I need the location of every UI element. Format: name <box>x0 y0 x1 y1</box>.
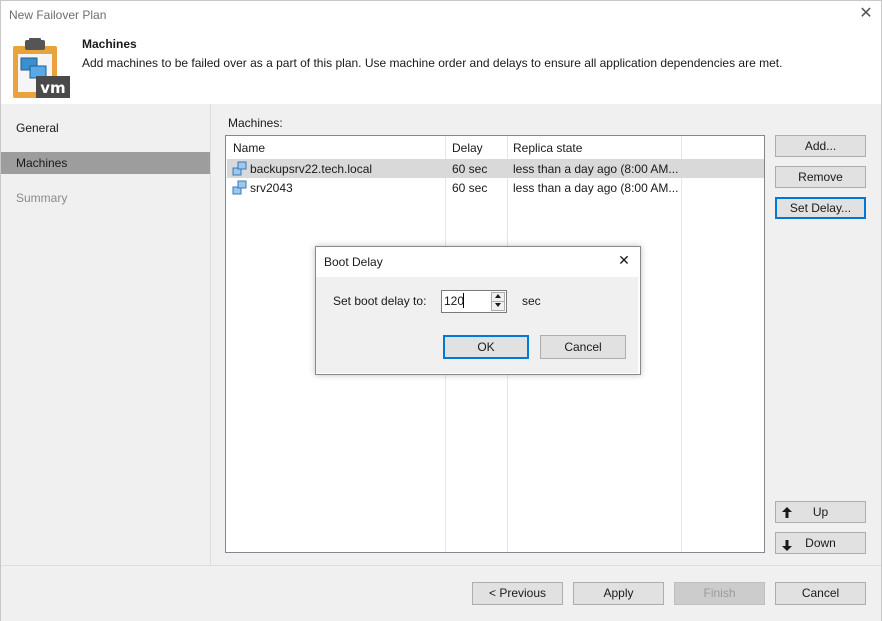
down-button[interactable]: Down <box>775 532 866 554</box>
machine-delay: 60 sec <box>452 162 488 176</box>
spin-up-icon <box>495 294 501 298</box>
machine-name: backupsrv22.tech.local <box>250 162 373 176</box>
arrow-down-icon <box>782 537 792 551</box>
boot-delay-input[interactable]: 120 <box>444 294 464 308</box>
column-separator <box>681 136 682 552</box>
up-button-label: Up <box>812 505 829 519</box>
apply-button[interactable]: Apply <box>573 582 664 605</box>
add-button[interactable]: Add... <box>775 135 866 157</box>
nav-item-general[interactable]: General <box>1 117 210 139</box>
dialog-cancel-button[interactable]: Cancel <box>540 335 626 359</box>
machines-label: Machines: <box>228 116 283 130</box>
boot-delay-label: Set boot delay to: <box>333 294 427 308</box>
remove-button[interactable]: Remove <box>775 166 866 188</box>
spin-down-icon <box>495 303 501 307</box>
nav-item-machines[interactable]: Machines <box>1 152 210 174</box>
boot-delay-unit: sec <box>522 294 541 308</box>
up-button[interactable]: Up <box>775 501 866 523</box>
table-row[interactable]: srv2043 60 sec less than a day ago (8:00… <box>227 178 764 197</box>
cancel-button[interactable]: Cancel <box>775 582 866 605</box>
set-delay-button[interactable]: Set Delay... <box>775 197 866 219</box>
nav-divider <box>210 104 211 565</box>
text-caret <box>463 293 464 308</box>
dialog-close-icon[interactable]: ✕ <box>614 252 634 270</box>
table-row[interactable]: backupsrv22.tech.local 60 sec less than … <box>227 159 764 178</box>
machine-replica-state: less than a day ago (8:00 AM... <box>513 181 679 195</box>
column-header-delay[interactable]: Delay <box>452 141 483 155</box>
ok-button[interactable]: OK <box>443 335 529 359</box>
machine-delay: 60 sec <box>452 181 488 195</box>
arrow-up-icon <box>782 505 792 519</box>
svg-text:vm: vm <box>40 79 65 97</box>
finish-button: Finish <box>674 582 765 605</box>
page-title: Machines <box>82 37 137 51</box>
dialog-title: Boot Delay <box>324 255 383 269</box>
down-button-label: Down <box>805 536 836 550</box>
spin-down-button[interactable] <box>491 301 505 311</box>
machine-name: srv2043 <box>250 181 293 195</box>
column-header-name[interactable]: Name <box>233 141 265 155</box>
page-description: Add machines to be failed over as a part… <box>82 56 783 70</box>
column-header-replica-state[interactable]: Replica state <box>513 141 582 155</box>
vm-icon <box>232 180 248 199</box>
machine-replica-state: less than a day ago (8:00 AM... <box>513 162 679 176</box>
window-close-icon[interactable]: ✕ <box>856 4 876 24</box>
previous-button[interactable]: < Previous <box>472 582 563 605</box>
window-title: New Failover Plan <box>9 8 107 22</box>
nav-item-summary: Summary <box>16 191 68 205</box>
vm-clipboard-icon: vm <box>12 38 70 100</box>
